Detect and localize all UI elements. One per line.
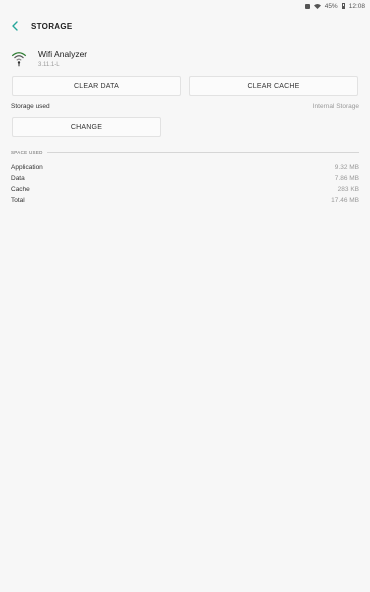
battery-percent: 45%: [324, 2, 338, 10]
battery-icon: [341, 3, 345, 9]
space-row-data: Data 7.86 MB: [11, 173, 359, 184]
space-row-total: Total 17.46 MB: [11, 195, 359, 206]
space-row-label: Application: [11, 164, 43, 171]
wifi-icon: [313, 3, 321, 9]
storage-used-label: Storage used: [11, 103, 50, 110]
back-button[interactable]: [6, 17, 24, 35]
app-bar: STORAGE: [0, 12, 370, 40]
back-arrow-icon: [12, 21, 18, 31]
clock: 12:08: [348, 2, 365, 10]
wifi-analyzer-icon: [11, 52, 27, 67]
space-row-cache: Cache 283 KB: [11, 184, 359, 195]
change-button[interactable]: CHANGE: [12, 117, 161, 137]
space-row-value: 283 KB: [337, 186, 359, 193]
clear-cache-button[interactable]: CLEAR CACHE: [189, 76, 358, 96]
app-name: Wifi Analyzer: [38, 48, 88, 59]
status-bar: 45% 12:08: [0, 0, 370, 12]
app-info: Wifi Analyzer 3.11.1-L: [10, 46, 210, 70]
app-version: 3.11.1-L: [38, 61, 60, 68]
storage-used-value: Internal Storage: [312, 103, 359, 110]
space-row-label: Total: [11, 197, 25, 204]
space-row-label: Data: [11, 175, 25, 182]
storage-used-row: Storage used Internal Storage: [11, 101, 359, 112]
clear-data-button[interactable]: CLEAR DATA: [12, 76, 181, 96]
notification-icon: [304, 3, 310, 9]
divider: [46, 151, 359, 153]
space-row-application: Application 9.32 MB: [11, 162, 359, 173]
space-row-value: 9.32 MB: [334, 164, 359, 171]
section-header-label: SPACE USED: [11, 149, 43, 155]
space-used-header: SPACE USED: [11, 148, 359, 156]
space-row-value: 17.46 MB: [331, 197, 359, 204]
page-title: STORAGE: [31, 21, 73, 31]
space-row-label: Cache: [11, 186, 30, 193]
space-row-value: 7.86 MB: [334, 175, 359, 182]
